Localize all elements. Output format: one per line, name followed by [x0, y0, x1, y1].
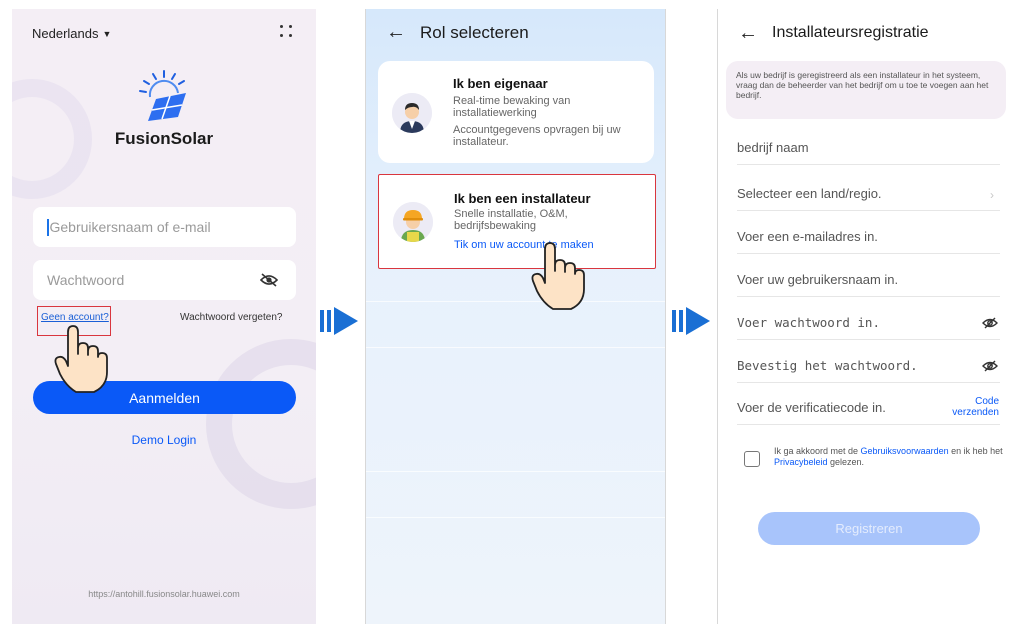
agreement-part: Ik ga akkoord met de [774, 446, 861, 456]
role-select-screen: ← Rol selecteren Ik ben eigenaar Real-ti… [365, 9, 666, 624]
agreement-part: gelezen. [827, 457, 865, 467]
installer-avatar-icon [393, 202, 433, 242]
owner-avatar-icon [392, 93, 432, 133]
username-placeholder: Voer uw gebruikersnaam in. [737, 272, 899, 287]
password-input[interactable]: Wachtwoord [33, 260, 296, 300]
demo-login-link[interactable]: Demo Login [12, 433, 316, 447]
send-code-link[interactable]: Code verzenden [952, 396, 999, 418]
owner-description: Real-time bewaking van installatiewerkin… [453, 95, 571, 119]
password-placeholder: Wachtwoord [47, 272, 125, 288]
divider [366, 301, 665, 302]
password-field[interactable]: Voer wachtwoord in. [737, 306, 1000, 340]
divider [366, 347, 665, 348]
tap-hand-icon [531, 242, 585, 310]
divider [366, 471, 665, 472]
installer-title: Ik ben een installateur [454, 191, 591, 206]
fusionsolar-logo-icon [139, 70, 186, 121]
page-title: Installateursregistratie [772, 24, 929, 41]
chevron-right-icon: › [990, 188, 994, 202]
brand-name: FusionSolar [114, 129, 214, 148]
installer-role-card[interactable]: Ik ben een installateur Snelle installat… [378, 174, 656, 269]
send-code-label-1: Code [975, 396, 999, 407]
username-field[interactable]: Voer uw gebruikersnaam in. [737, 263, 1000, 297]
flow-arrow-icon [672, 307, 710, 335]
email-field[interactable]: Voer een e-mailadres in. [737, 220, 1000, 254]
page-title: Rol selecteren [420, 23, 529, 42]
eye-off-icon[interactable] [982, 316, 998, 330]
country-region-select[interactable]: Selecteer een land/regio. › [737, 177, 1000, 211]
owner-role-card[interactable]: Ik ben eigenaar Real-time bewaking van i… [378, 61, 654, 163]
background-decoration [206, 339, 316, 509]
confirm-password-field[interactable]: Bevestig het wachtwoord. [737, 349, 1000, 383]
info-banner: Als uw bedrijf is geregistreerd als een … [726, 61, 1006, 119]
language-label: Nederlands [32, 26, 99, 41]
confirm-password-placeholder: Bevestig het wachtwoord. [737, 358, 918, 373]
agreement-part: en ik heb het [948, 446, 1003, 456]
register-button[interactable]: Registreren [758, 512, 980, 545]
language-selector[interactable]: Nederlands ▼ [32, 26, 111, 41]
owner-title: Ik ben eigenaar [453, 76, 548, 91]
username-placeholder: Gebruikersnaam of e-mail [49, 219, 211, 235]
grid-menu-icon[interactable] [278, 23, 294, 39]
company-name-placeholder: bedrijf naam [737, 140, 809, 155]
username-input[interactable]: Gebruikersnaam of e-mail [33, 207, 296, 247]
company-name-field[interactable]: bedrijf naam [737, 131, 1000, 165]
send-code-label-2: verzenden [952, 407, 999, 418]
login-screen: Nederlands ▼ FusionSolar Gebruikersnaam … [12, 9, 316, 624]
privacy-link[interactable]: Privacybeleid [774, 457, 828, 467]
password-placeholder: Voer wachtwoord in. [737, 315, 880, 330]
tutorial-stage: Nederlands ▼ FusionSolar Gebruikersnaam … [0, 0, 1013, 626]
back-arrow-icon[interactable]: ← [386, 22, 406, 42]
email-placeholder: Voer een e-mailadres in. [737, 229, 878, 244]
country-region-placeholder: Selecteer een land/regio. [737, 186, 882, 201]
eye-off-icon[interactable] [982, 359, 998, 373]
installer-description: Snelle installatie, O&M, bedrijfsbewakin… [454, 208, 568, 232]
verification-code-field[interactable]: Voer de verificatiecode in. Code verzend… [737, 391, 1000, 425]
eye-off-icon[interactable] [260, 272, 278, 288]
forgot-password-link[interactable]: Wachtwoord vergeten? [180, 312, 282, 323]
text-cursor [47, 218, 49, 236]
terms-link[interactable]: Gebruiksvoorwaarden [861, 446, 949, 456]
caret-down-icon: ▼ [102, 28, 112, 39]
tap-hand-icon [54, 325, 108, 393]
verification-code-placeholder: Voer de verificatiecode in. [737, 400, 886, 415]
agreement-text: Ik ga akkoord met de Gebruiksvoorwaarden… [774, 446, 1006, 468]
owner-description-2: Accountgegevens opvragen bij uw installa… [453, 124, 621, 148]
divider [366, 517, 665, 518]
back-arrow-icon[interactable]: ← [738, 23, 758, 43]
flow-arrow-icon [320, 307, 358, 335]
agree-checkbox[interactable] [744, 451, 760, 467]
installer-registration-screen: ← Installateursregistratie Als uw bedrij… [717, 9, 1012, 624]
server-url: https://antohill.fusionsolar.huawei.com [88, 589, 240, 599]
